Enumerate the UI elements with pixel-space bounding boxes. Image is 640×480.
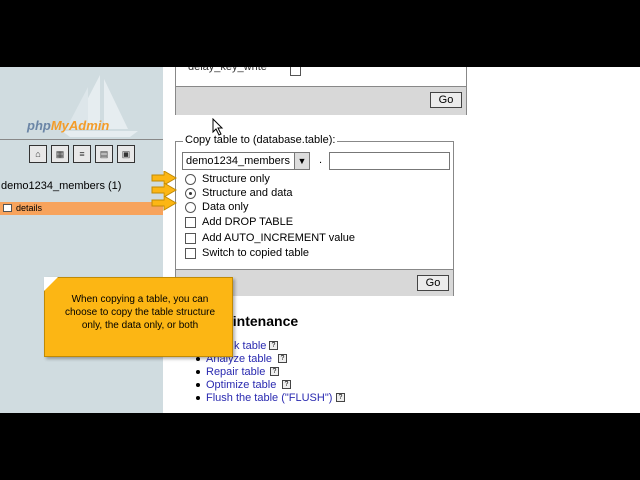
navigation-frame: phpMyAdmin ⌂ ▦ ≡ ▤ ▣ demo1234_members (1… [0,67,163,413]
tutorial-callout: When copying a table, you can choose to … [44,277,233,357]
callout-corner [44,277,58,291]
table-item-label: details [16,203,43,213]
help-icon[interactable]: ? [282,380,291,389]
mouse-cursor-icon [212,118,224,136]
checkbox-label: Switch to copied table [202,247,310,259]
docs-icon[interactable]: ▤ [95,145,113,163]
help-icon[interactable]: ? [270,367,279,376]
query-icon[interactable]: ▣ [117,145,135,163]
bullet [196,370,200,374]
help-icon[interactable]: ? [336,393,345,402]
radio-label: Data only [202,201,249,213]
maintenance-heading: aintenance [225,313,299,329]
callout-text: When copying a table, you can choose to … [64,294,216,331]
help-icon[interactable]: ? [269,341,278,350]
help-icon[interactable]: ? [278,354,287,363]
radio-label: Structure and data [202,187,293,199]
database-icon[interactable]: ▦ [51,145,69,163]
radio-button[interactable] [185,174,196,185]
chevron-down-icon: ▼ [294,153,309,169]
table-icon [3,204,12,212]
link-label[interactable]: Repair table [206,366,265,378]
delay-key-write-label: delay_key_write [188,67,267,73]
link-label[interactable]: k table [234,340,266,352]
copy-go-button[interactable]: Go [417,275,449,291]
browser-viewport: phpMyAdmin ⌂ ▦ ≡ ▤ ▣ demo1234_members (1… [0,67,640,413]
table-options-footer: Go [176,86,466,115]
link-label[interactable]: Flush the table ("FLUSH") [206,392,332,404]
copy-table-legend: Copy table to (database.table): [183,134,338,146]
target-table-input[interactable] [329,152,450,170]
table-item-details[interactable]: details [0,202,163,215]
logo-text: phpMyAdmin [27,118,110,133]
database-select-value: demo1234_members [186,155,290,167]
table-separator: . [319,154,323,166]
radio-button[interactable] [185,202,196,213]
options-go-button[interactable]: Go [430,92,462,108]
main-frame: delay_key_write Go demo1234_members ▼ . … [163,67,640,413]
divider [0,139,163,140]
radio-button[interactable] [185,188,196,199]
checkbox[interactable] [185,248,196,259]
table-options-body: delay_key_write [176,67,466,85]
pointer-arrows-icon [151,171,177,211]
checkbox-label: Add AUTO_INCREMENT value [202,232,356,244]
checkbox-label: Add DROP TABLE [202,216,294,228]
logo[interactable]: phpMyAdmin [0,67,163,139]
sql-icon[interactable]: ≡ [73,145,91,163]
table-options-fieldset: delay_key_write Go [175,67,467,115]
bullet [196,357,200,361]
delay-key-write-checkbox[interactable] [290,67,301,76]
database-select[interactable]: demo1234_members ▼ [182,152,310,170]
checkbox[interactable] [185,233,196,244]
bullet [196,396,200,400]
checkbox[interactable] [185,217,196,228]
home-icon[interactable]: ⌂ [29,145,47,163]
bullet [196,383,200,387]
radio-label: Structure only [202,173,270,185]
database-name[interactable]: demo1234_members (1) [1,180,121,192]
link-label[interactable]: Optimize table [206,379,276,391]
copy-table-fieldset: demo1234_members ▼ . Structure only Stru… [175,141,454,296]
